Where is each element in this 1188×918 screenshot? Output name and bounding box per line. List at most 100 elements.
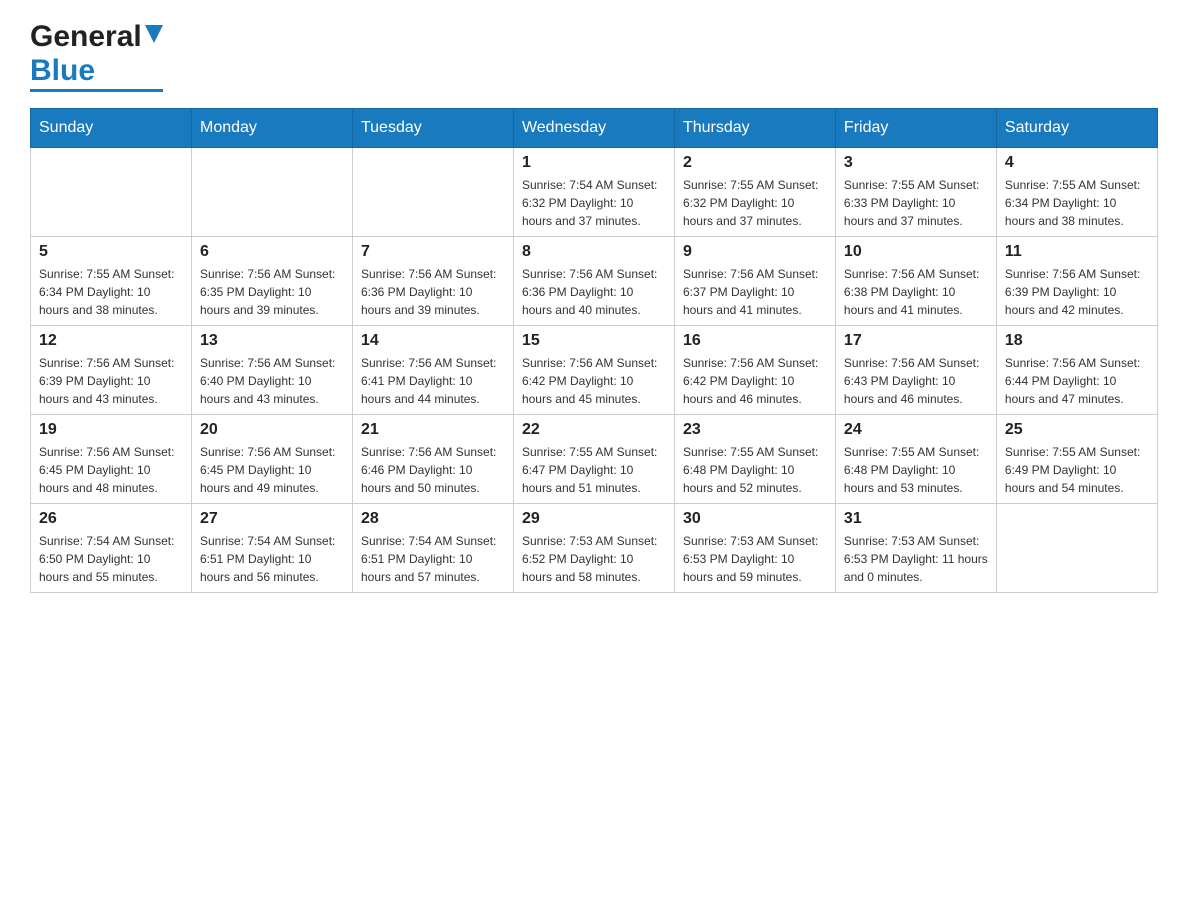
day-number: 3 — [844, 154, 988, 172]
day-number: 29 — [522, 510, 666, 528]
day-number: 18 — [1005, 332, 1149, 350]
day-info: Sunrise: 7:54 AM Sunset: 6:51 PM Dayligh… — [361, 532, 505, 586]
day-number: 16 — [683, 332, 827, 350]
calendar-cell: 11 Sunrise: 7:56 AM Sunset: 6:39 PM Dayli… — [996, 237, 1157, 326]
calendar-week-row: 19 Sunrise: 7:56 AM Sunset: 6:45 PM Dayli… — [31, 415, 1158, 504]
day-info: Sunrise: 7:54 AM Sunset: 6:32 PM Dayligh… — [522, 176, 666, 230]
logo: General Blue — [30, 20, 163, 92]
day-of-week-header: Sunday — [31, 109, 192, 148]
day-number: 30 — [683, 510, 827, 528]
day-of-week-header: Thursday — [674, 109, 835, 148]
day-info: Sunrise: 7:55 AM Sunset: 6:48 PM Dayligh… — [683, 443, 827, 497]
day-info: Sunrise: 7:56 AM Sunset: 6:37 PM Dayligh… — [683, 265, 827, 319]
day-number: 27 — [200, 510, 344, 528]
day-number: 9 — [683, 243, 827, 261]
calendar-cell: 12 Sunrise: 7:56 AM Sunset: 6:39 PM Dayli… — [31, 326, 192, 415]
day-number: 21 — [361, 421, 505, 439]
calendar-cell: 31 Sunrise: 7:53 AM Sunset: 6:53 PM Dayli… — [835, 504, 996, 593]
day-info: Sunrise: 7:56 AM Sunset: 6:39 PM Dayligh… — [1005, 265, 1149, 319]
day-number: 10 — [844, 243, 988, 261]
day-of-week-header: Saturday — [996, 109, 1157, 148]
day-number: 11 — [1005, 243, 1149, 261]
day-number: 14 — [361, 332, 505, 350]
day-info: Sunrise: 7:54 AM Sunset: 6:50 PM Dayligh… — [39, 532, 183, 586]
day-info: Sunrise: 7:55 AM Sunset: 6:34 PM Dayligh… — [39, 265, 183, 319]
day-info: Sunrise: 7:56 AM Sunset: 6:40 PM Dayligh… — [200, 354, 344, 408]
calendar-cell — [191, 148, 352, 237]
calendar-cell: 27 Sunrise: 7:54 AM Sunset: 6:51 PM Dayli… — [191, 504, 352, 593]
calendar-cell: 4 Sunrise: 7:55 AM Sunset: 6:34 PM Daylig… — [996, 148, 1157, 237]
day-number: 5 — [39, 243, 183, 261]
calendar-cell: 19 Sunrise: 7:56 AM Sunset: 6:45 PM Dayli… — [31, 415, 192, 504]
day-info: Sunrise: 7:56 AM Sunset: 6:45 PM Dayligh… — [200, 443, 344, 497]
day-info: Sunrise: 7:53 AM Sunset: 6:53 PM Dayligh… — [683, 532, 827, 586]
calendar-cell: 15Sunrise: 7:56 AM Sunset: 6:42 PM Dayli… — [513, 326, 674, 415]
calendar-cell: 7 Sunrise: 7:56 AM Sunset: 6:36 PM Daylig… — [352, 237, 513, 326]
day-info: Sunrise: 7:55 AM Sunset: 6:33 PM Dayligh… — [844, 176, 988, 230]
calendar-cell — [352, 148, 513, 237]
day-info: Sunrise: 7:53 AM Sunset: 6:52 PM Dayligh… — [522, 532, 666, 586]
calendar-cell: 28 Sunrise: 7:54 AM Sunset: 6:51 PM Dayli… — [352, 504, 513, 593]
logo-triangle-icon — [145, 25, 163, 48]
calendar-week-row: 26 Sunrise: 7:54 AM Sunset: 6:50 PM Dayli… — [31, 504, 1158, 593]
logo-underline — [30, 89, 163, 92]
day-info: Sunrise: 7:56 AM Sunset: 6:44 PM Dayligh… — [1005, 354, 1149, 408]
day-number: 12 — [39, 332, 183, 350]
calendar-cell: 2Sunrise: 7:55 AM Sunset: 6:32 PM Daylig… — [674, 148, 835, 237]
day-info: Sunrise: 7:55 AM Sunset: 6:32 PM Dayligh… — [683, 176, 827, 230]
calendar-cell: 18 Sunrise: 7:56 AM Sunset: 6:44 PM Dayli… — [996, 326, 1157, 415]
day-info: Sunrise: 7:56 AM Sunset: 6:38 PM Dayligh… — [844, 265, 988, 319]
calendar-cell: 25 Sunrise: 7:55 AM Sunset: 6:49 PM Dayli… — [996, 415, 1157, 504]
calendar-cell: 24 Sunrise: 7:55 AM Sunset: 6:48 PM Dayli… — [835, 415, 996, 504]
day-info: Sunrise: 7:56 AM Sunset: 6:42 PM Dayligh… — [683, 354, 827, 408]
day-number: 26 — [39, 510, 183, 528]
day-number: 24 — [844, 421, 988, 439]
day-number: 7 — [361, 243, 505, 261]
day-number: 4 — [1005, 154, 1149, 172]
day-info: Sunrise: 7:56 AM Sunset: 6:41 PM Dayligh… — [361, 354, 505, 408]
calendar-cell: 5 Sunrise: 7:55 AM Sunset: 6:34 PM Daylig… — [31, 237, 192, 326]
day-of-week-header: Friday — [835, 109, 996, 148]
day-of-week-header: Wednesday — [513, 109, 674, 148]
calendar-cell: 17 Sunrise: 7:56 AM Sunset: 6:43 PM Dayli… — [835, 326, 996, 415]
day-info: Sunrise: 7:55 AM Sunset: 6:49 PM Dayligh… — [1005, 443, 1149, 497]
calendar-cell: 8Sunrise: 7:56 AM Sunset: 6:36 PM Daylig… — [513, 237, 674, 326]
calendar-cell: 22Sunrise: 7:55 AM Sunset: 6:47 PM Dayli… — [513, 415, 674, 504]
day-info: Sunrise: 7:55 AM Sunset: 6:47 PM Dayligh… — [522, 443, 666, 497]
day-number: 19 — [39, 421, 183, 439]
calendar-cell: 6Sunrise: 7:56 AM Sunset: 6:35 PM Daylig… — [191, 237, 352, 326]
day-info: Sunrise: 7:56 AM Sunset: 6:39 PM Dayligh… — [39, 354, 183, 408]
day-info: Sunrise: 7:56 AM Sunset: 6:43 PM Dayligh… — [844, 354, 988, 408]
day-number: 23 — [683, 421, 827, 439]
calendar-table: SundayMondayTuesdayWednesdayThursdayFrid… — [30, 108, 1158, 593]
calendar-cell: 30 Sunrise: 7:53 AM Sunset: 6:53 PM Dayli… — [674, 504, 835, 593]
day-info: Sunrise: 7:56 AM Sunset: 6:45 PM Dayligh… — [39, 443, 183, 497]
day-number: 6 — [200, 243, 344, 261]
day-info: Sunrise: 7:56 AM Sunset: 6:36 PM Dayligh… — [361, 265, 505, 319]
calendar-week-row: 1Sunrise: 7:54 AM Sunset: 6:32 PM Daylig… — [31, 148, 1158, 237]
calendar-cell: 26 Sunrise: 7:54 AM Sunset: 6:50 PM Dayli… — [31, 504, 192, 593]
day-number: 25 — [1005, 421, 1149, 439]
calendar-cell: 29 Sunrise: 7:53 AM Sunset: 6:52 PM Dayli… — [513, 504, 674, 593]
calendar-cell — [996, 504, 1157, 593]
day-number: 17 — [844, 332, 988, 350]
day-info: Sunrise: 7:55 AM Sunset: 6:48 PM Dayligh… — [844, 443, 988, 497]
day-info: Sunrise: 7:53 AM Sunset: 6:53 PM Dayligh… — [844, 532, 988, 586]
day-number: 28 — [361, 510, 505, 528]
calendar-cell: 3 Sunrise: 7:55 AM Sunset: 6:33 PM Daylig… — [835, 148, 996, 237]
day-of-week-header: Tuesday — [352, 109, 513, 148]
day-number: 31 — [844, 510, 988, 528]
day-info: Sunrise: 7:56 AM Sunset: 6:42 PM Dayligh… — [522, 354, 666, 408]
day-number: 13 — [200, 332, 344, 350]
day-info: Sunrise: 7:54 AM Sunset: 6:51 PM Dayligh… — [200, 532, 344, 586]
day-info: Sunrise: 7:55 AM Sunset: 6:34 PM Dayligh… — [1005, 176, 1149, 230]
logo-general-text: General — [30, 20, 142, 54]
calendar-cell: 23 Sunrise: 7:55 AM Sunset: 6:48 PM Dayli… — [674, 415, 835, 504]
calendar-cell: 14 Sunrise: 7:56 AM Sunset: 6:41 PM Dayli… — [352, 326, 513, 415]
calendar-cell: 16 Sunrise: 7:56 AM Sunset: 6:42 PM Dayli… — [674, 326, 835, 415]
day-info: Sunrise: 7:56 AM Sunset: 6:46 PM Dayligh… — [361, 443, 505, 497]
day-info: Sunrise: 7:56 AM Sunset: 6:36 PM Dayligh… — [522, 265, 666, 319]
calendar-cell: 20Sunrise: 7:56 AM Sunset: 6:45 PM Dayli… — [191, 415, 352, 504]
logo-blue-text: Blue — [30, 54, 95, 88]
day-of-week-header: Monday — [191, 109, 352, 148]
